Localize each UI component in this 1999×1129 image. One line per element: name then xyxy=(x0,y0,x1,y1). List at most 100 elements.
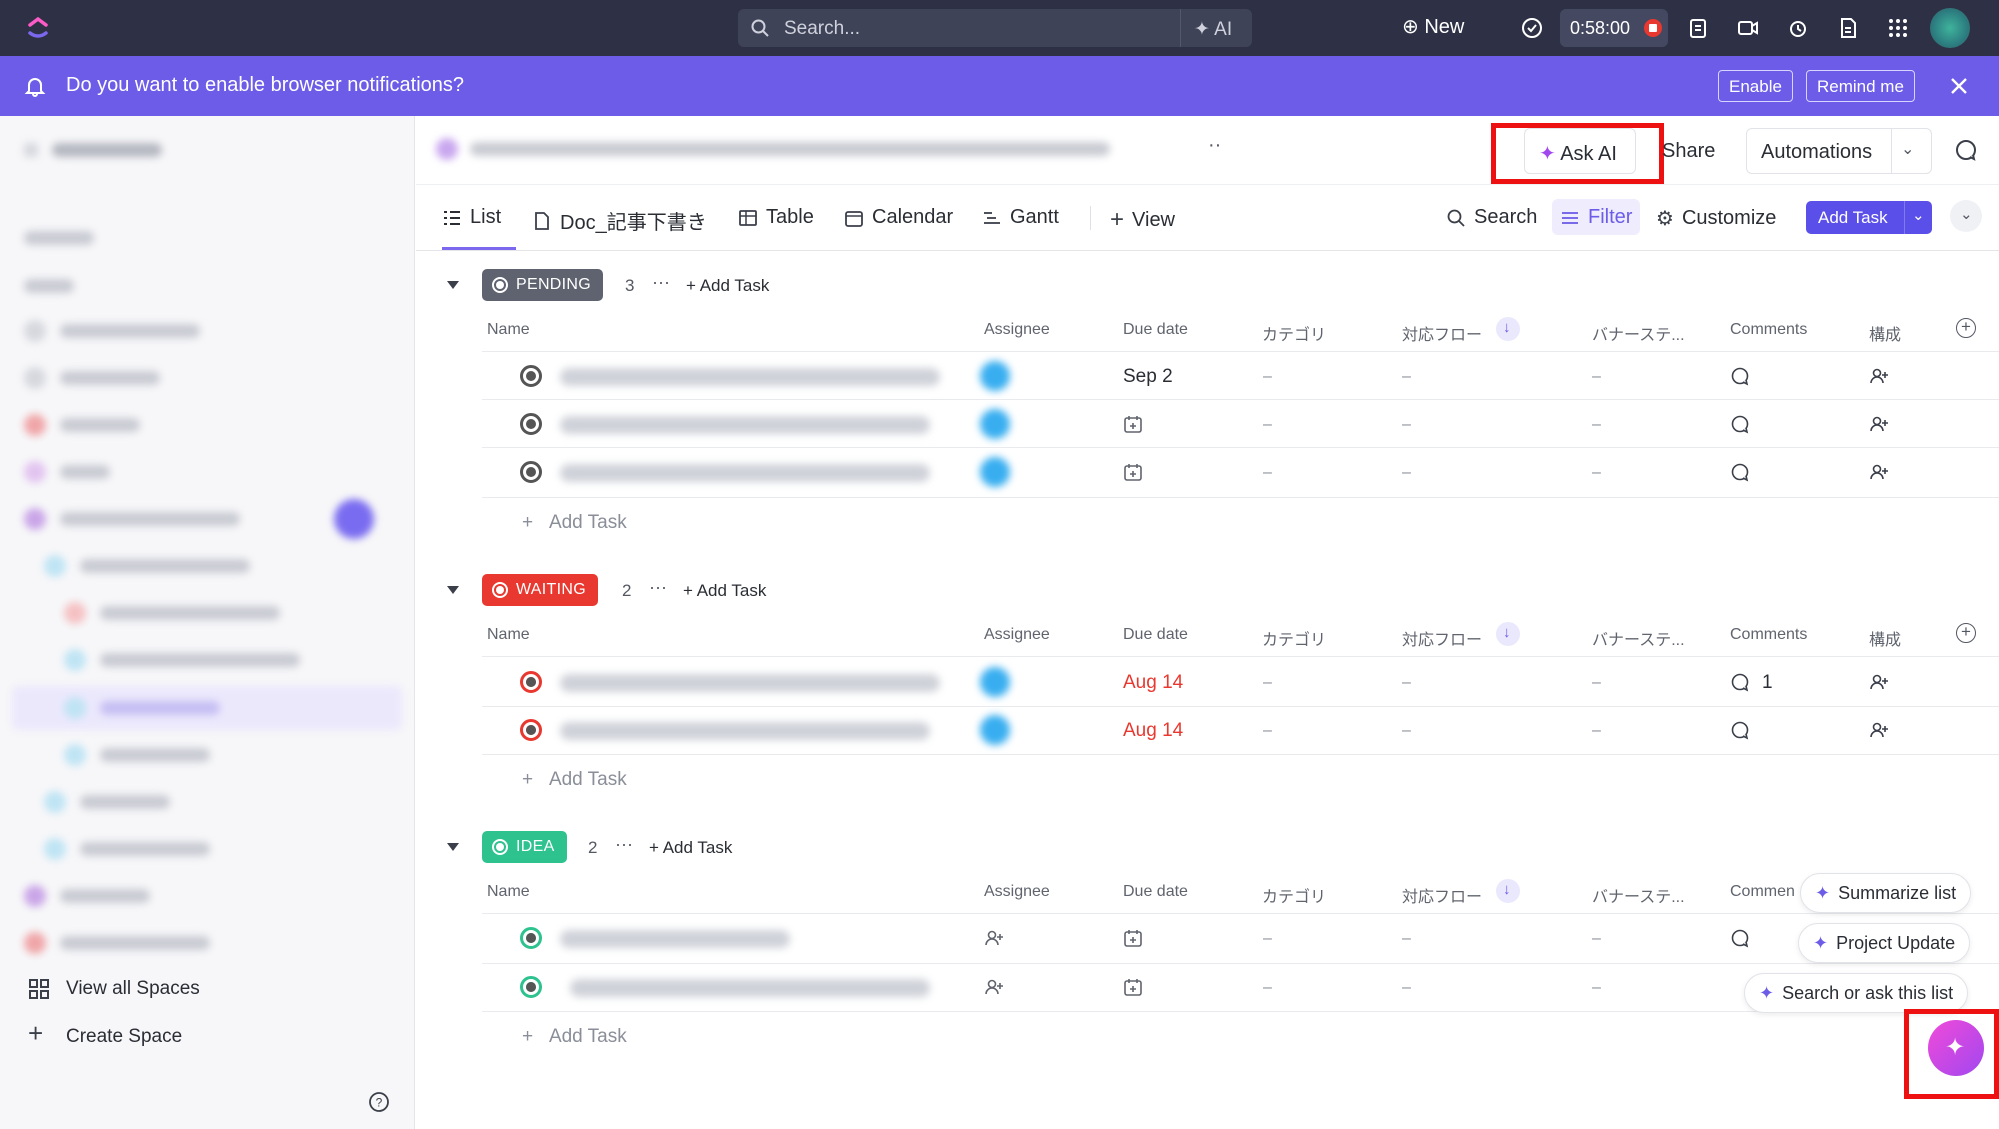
task-status-icon[interactable] xyxy=(520,413,542,435)
category-value[interactable]: – xyxy=(1263,416,1272,434)
add-assignee-icon[interactable] xyxy=(984,928,1004,948)
add-task-button[interactable]: Add Task ⌄ xyxy=(1806,201,1932,234)
column-header-assignee[interactable]: Assignee xyxy=(984,321,1050,339)
task-name[interactable] xyxy=(560,416,930,434)
task-name[interactable] xyxy=(570,979,930,997)
banner-status-value[interactable]: – xyxy=(1592,930,1601,948)
add-task-row-button[interactable]: + Add Task xyxy=(522,769,627,791)
task-name[interactable] xyxy=(560,464,930,482)
category-value[interactable]: – xyxy=(1263,979,1272,997)
alarm-clock-icon[interactable] xyxy=(1786,16,1810,40)
task-name[interactable] xyxy=(560,674,940,692)
new-button[interactable]: ⊕ New xyxy=(1402,14,1464,39)
task-status-icon[interactable] xyxy=(520,671,542,693)
flow-value[interactable]: – xyxy=(1402,722,1411,740)
task-name[interactable] xyxy=(560,722,930,740)
comment-icon[interactable] xyxy=(1730,366,1750,386)
due-date[interactable]: Sep 2 xyxy=(1123,366,1173,388)
chevron-down-icon[interactable]: ⌄ xyxy=(1901,139,1914,159)
collapse-caret-icon[interactable] xyxy=(447,281,459,289)
add-assignee-icon[interactable] xyxy=(984,977,1004,997)
help-icon[interactable]: ? xyxy=(368,1091,390,1113)
apps-grid-icon[interactable] xyxy=(1886,16,1910,40)
task-status-icon[interactable] xyxy=(520,719,542,741)
document-icon[interactable] xyxy=(1836,16,1860,40)
comment-icon[interactable] xyxy=(1730,414,1750,434)
comment-icon[interactable] xyxy=(1730,672,1750,692)
add-column-icon[interactable]: + xyxy=(1956,318,1976,338)
category-value[interactable]: – xyxy=(1263,930,1272,948)
category-value[interactable]: – xyxy=(1263,674,1272,692)
check-circle-icon[interactable] xyxy=(1520,16,1544,40)
more-options-icon[interactable]: ··· xyxy=(652,272,670,293)
group-add-task-button[interactable]: + Add Task xyxy=(649,838,732,858)
task-status-icon[interactable] xyxy=(520,365,542,387)
avatar[interactable] xyxy=(980,409,1010,439)
filter-button-content[interactable]: Filter xyxy=(1560,206,1632,229)
column-header-banner-status[interactable]: バナーステ... xyxy=(1592,883,1685,907)
video-icon[interactable] xyxy=(1736,16,1760,40)
stop-timer-icon[interactable] xyxy=(1644,19,1662,37)
column-header-composition[interactable]: 構成 xyxy=(1869,321,1901,345)
chevron-down-icon[interactable]: ⌄ xyxy=(1912,206,1925,224)
add-column-icon[interactable]: + xyxy=(1956,623,1976,643)
sort-arrow-icon[interactable]: ↓ xyxy=(1496,317,1520,341)
column-header-category[interactable]: カテゴリ xyxy=(1262,626,1326,650)
task-status-icon[interactable] xyxy=(520,927,542,949)
group-add-task-button[interactable]: + Add Task xyxy=(683,581,766,601)
user-avatar[interactable] xyxy=(1930,8,1970,48)
add-user-icon[interactable] xyxy=(1869,414,1889,434)
column-header-flow[interactable]: 対応フロー xyxy=(1402,626,1482,650)
banner-status-value[interactable]: – xyxy=(1592,979,1601,997)
more-options-icon[interactable]: ··· xyxy=(615,834,633,855)
collapse-caret-icon[interactable] xyxy=(447,586,459,594)
project-update-button[interactable]: ✦ Project Update xyxy=(1798,923,1971,963)
column-header-comments[interactable]: Comments xyxy=(1730,626,1807,644)
flow-value[interactable]: – xyxy=(1402,930,1411,948)
tab-gantt[interactable]: Gantt xyxy=(982,206,1059,229)
banner-status-value[interactable]: – xyxy=(1592,722,1601,740)
category-value[interactable]: – xyxy=(1263,722,1272,740)
calendar-add-icon[interactable] xyxy=(1123,977,1143,997)
customize-button[interactable]: ⚙ Customize xyxy=(1656,206,1776,231)
add-user-icon[interactable] xyxy=(1869,720,1889,740)
share-button[interactable]: Share xyxy=(1648,128,1738,174)
calendar-add-icon[interactable] xyxy=(1123,462,1143,482)
column-header-category[interactable]: カテゴリ xyxy=(1262,321,1326,345)
avatar[interactable] xyxy=(980,715,1010,745)
add-view-button[interactable]: + View xyxy=(1110,206,1175,234)
collapse-caret-icon[interactable] xyxy=(447,843,459,851)
column-header-banner-status[interactable]: バナーステ... xyxy=(1592,626,1685,650)
flow-value[interactable]: – xyxy=(1402,674,1411,692)
add-user-icon[interactable] xyxy=(1869,672,1889,692)
summarize-list-button[interactable]: ✦ Summarize list xyxy=(1800,873,1972,913)
column-header-flow[interactable]: 対応フロー xyxy=(1402,883,1482,907)
comment-icon[interactable] xyxy=(1730,720,1750,740)
clipboard-icon[interactable] xyxy=(1686,16,1710,40)
tab-doc[interactable]: Doc_記事下書き xyxy=(532,206,707,235)
due-date[interactable]: Aug 14 xyxy=(1123,720,1183,742)
task-name[interactable] xyxy=(560,930,790,948)
banner-status-value[interactable]: – xyxy=(1592,368,1601,386)
banner-status-value[interactable]: – xyxy=(1592,674,1601,692)
column-header-comments[interactable]: Commen xyxy=(1730,883,1795,901)
category-value[interactable]: – xyxy=(1263,368,1272,386)
time-tracker[interactable]: 0:58:00 xyxy=(1560,9,1668,47)
view-all-spaces-link[interactable]: View all Spaces xyxy=(66,978,200,1000)
column-header-category[interactable]: カテゴリ xyxy=(1262,883,1326,907)
due-date[interactable]: Aug 14 xyxy=(1123,672,1183,694)
calendar-add-icon[interactable] xyxy=(1123,928,1143,948)
flow-value[interactable]: – xyxy=(1402,979,1411,997)
tab-table[interactable]: Table xyxy=(738,206,814,229)
comment-icon[interactable] xyxy=(1730,928,1750,948)
add-task-row-button[interactable]: + Add Task xyxy=(522,1026,627,1048)
column-header-due[interactable]: Due date xyxy=(1123,626,1188,644)
column-header-assignee[interactable]: Assignee xyxy=(984,883,1050,901)
category-value[interactable]: – xyxy=(1263,464,1272,482)
search-ai-button[interactable]: ✦ AI xyxy=(1194,18,1232,41)
column-header-comments[interactable]: Comments xyxy=(1730,321,1807,339)
automations-button[interactable]: Automations ⌄ xyxy=(1746,128,1932,174)
calendar-add-icon[interactable] xyxy=(1123,414,1143,434)
column-header-due[interactable]: Due date xyxy=(1123,321,1188,339)
more-options-icon[interactable]: ··· xyxy=(649,577,667,598)
